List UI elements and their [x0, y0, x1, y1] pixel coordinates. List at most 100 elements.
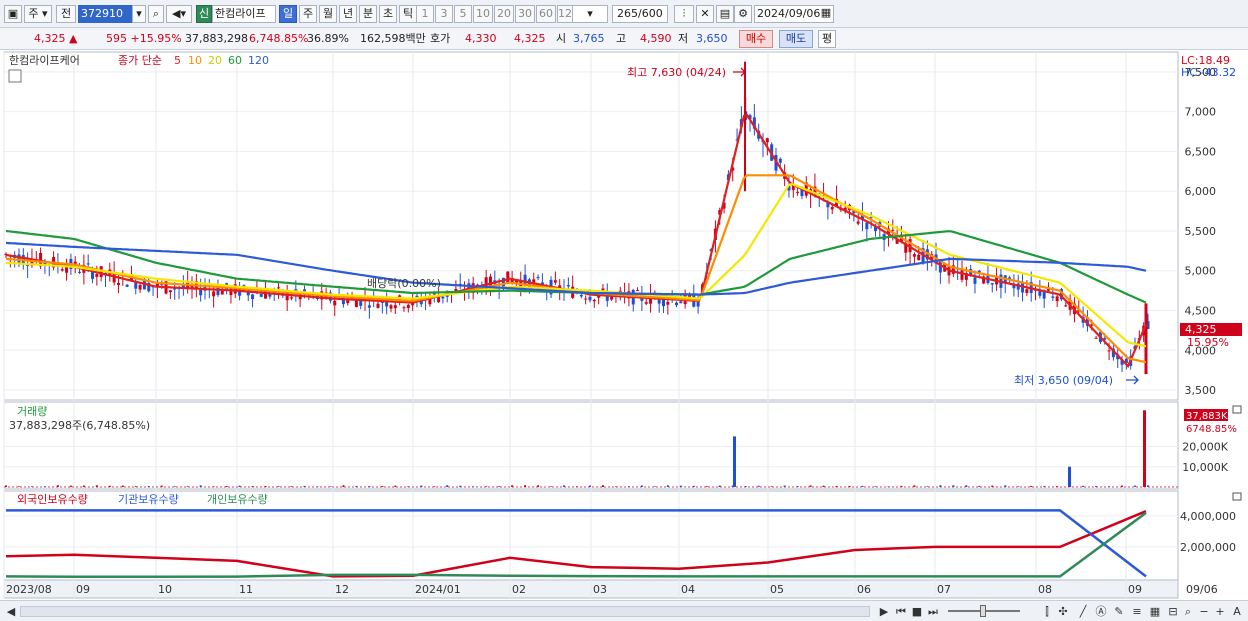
- candle-body: [367, 305, 371, 308]
- layout-icon[interactable]: ▣: [4, 5, 22, 23]
- save-icon[interactable]: ▤: [716, 5, 734, 23]
- interval-button[interactable]: 3: [435, 5, 453, 23]
- indicator-icon[interactable]: ⫶: [674, 5, 694, 23]
- sell-button[interactable]: 매도: [779, 30, 813, 48]
- high-note: 최고 7,630 (04/24): [627, 66, 726, 79]
- crosshair-icon[interactable]: ✣: [1056, 604, 1070, 619]
- volume-bar: [355, 485, 358, 487]
- font-size-icon[interactable]: A: [1230, 604, 1244, 619]
- volume-bar: [1030, 485, 1033, 487]
- volume-bar: [342, 485, 345, 487]
- period-button[interactable]: 틱: [399, 5, 417, 23]
- candle-body: [856, 221, 860, 224]
- gear-icon[interactable]: ⚙: [734, 5, 752, 23]
- volume-bar: [640, 485, 643, 487]
- volume-panel-subtitle: 37,883,298주(6,748.85%): [9, 419, 150, 432]
- price-tag-pct: 15.95%: [1187, 336, 1229, 349]
- interval-button[interactable]: 5: [454, 5, 472, 23]
- volume-bar: [1056, 486, 1059, 487]
- chart-settings-icon[interactable]: ⊟: [1166, 604, 1180, 619]
- line-tool-icon[interactable]: ╱: [1076, 604, 1090, 619]
- interval-select[interactable]: ▾: [572, 5, 608, 23]
- volume-bar: [705, 486, 708, 487]
- high-label: 고: [616, 32, 627, 45]
- candle-body: [95, 273, 99, 277]
- draw-tool-icon[interactable]: ✎: [1112, 604, 1126, 619]
- candle-body: [406, 304, 410, 308]
- zoom-in-icon[interactable]: +: [1214, 604, 1226, 619]
- period-button[interactable]: 주: [299, 5, 317, 23]
- prev-button[interactable]: 전: [56, 5, 76, 23]
- volume-bar: [290, 486, 293, 487]
- volume-bar: [809, 485, 812, 487]
- zoom-icon[interactable]: ⌕: [1182, 604, 1194, 619]
- zoom-out-icon[interactable]: −: [1198, 604, 1210, 619]
- volume-bar: [1121, 485, 1124, 487]
- volume-panel-title: 거래량: [17, 405, 47, 418]
- search-icon[interactable]: ⌕: [148, 5, 164, 23]
- grid-toggle-icon[interactable]: ▦: [1148, 604, 1162, 619]
- average-button[interactable]: 평: [818, 30, 836, 48]
- candle-body: [277, 287, 281, 289]
- volume-bar: [524, 485, 527, 487]
- scroll-left-icon[interactable]: ◀: [4, 604, 18, 619]
- volume-bar: [212, 486, 215, 487]
- x-axis-end-label: 09/06: [1186, 583, 1218, 596]
- ma-period-120: 120: [248, 54, 269, 67]
- stop-icon[interactable]: ■: [910, 604, 924, 619]
- volume-bar: [550, 486, 553, 487]
- zoom-slider-handle[interactable]: [980, 605, 986, 617]
- volume-bar: [160, 485, 163, 487]
- volume-bar: [1134, 485, 1137, 487]
- volume-bar: [848, 485, 851, 487]
- scroll-track[interactable]: [20, 606, 870, 617]
- scroll-right-icon[interactable]: ▶: [878, 604, 890, 619]
- market-select[interactable]: 주 ▾: [24, 5, 52, 23]
- volume-bar: [1108, 486, 1111, 487]
- period-button[interactable]: 월: [319, 5, 337, 23]
- interval-button[interactable]: 60: [536, 5, 556, 23]
- period-button[interactable]: 년: [339, 5, 357, 23]
- turnover: 36.89%: [307, 32, 349, 45]
- code-dropdown-icon[interactable]: ▾: [132, 5, 146, 23]
- volume-bar: [30, 486, 33, 487]
- x-axis-label: 03: [593, 583, 607, 596]
- interval-button[interactable]: 30: [515, 5, 535, 23]
- candle-body: [341, 299, 345, 305]
- table-icon[interactable]: [8, 69, 22, 83]
- x-axis-label: 2023/08: [6, 583, 52, 596]
- interval-button[interactable]: 10: [473, 5, 493, 23]
- volume-bar: [822, 485, 825, 487]
- chart-area[interactable]: 7,500 7,000 6,500 6,000 5,500 5,000 4,500 4,000…: [0, 50, 1248, 600]
- dividend-note: 배당락(0.00%): [367, 277, 441, 290]
- candle-type-icon[interactable]: ⫿: [1040, 604, 1054, 619]
- tools-icon[interactable]: ✕: [696, 5, 714, 23]
- bar-count-field[interactable]: 265/600: [612, 5, 668, 23]
- chart-canvas[interactable]: 7,5007,0006,5006,0005,5005,0004,5004,000…: [0, 50, 1248, 600]
- play-icon[interactable]: ⏭: [926, 604, 940, 619]
- holding-y-tick: 2,000,000: [1180, 541, 1236, 554]
- volume-panel-maximize-icon[interactable]: [1232, 405, 1242, 414]
- interval-button[interactable]: 1: [416, 5, 434, 23]
- fibonacci-icon[interactable]: ≡: [1130, 604, 1144, 619]
- period-button[interactable]: 초: [379, 5, 397, 23]
- candle-body: [592, 299, 596, 302]
- period-button[interactable]: 분: [359, 5, 377, 23]
- candle-body: [912, 254, 916, 257]
- candle-body: [765, 138, 769, 143]
- candle-body: [86, 263, 90, 265]
- speaker-icon[interactable]: ◀▾: [166, 5, 192, 23]
- interval-button[interactable]: 20: [494, 5, 514, 23]
- volume-bar: [1004, 485, 1007, 487]
- holding-panel-maximize-icon[interactable]: [1232, 492, 1242, 501]
- volume-bar: [251, 486, 254, 487]
- buy-button[interactable]: 매수: [739, 30, 773, 48]
- volume-bar: [225, 486, 228, 487]
- candle-body: [60, 269, 64, 271]
- period-button[interactable]: 일: [279, 5, 297, 23]
- candle-body: [376, 303, 380, 308]
- calendar-icon[interactable]: ▦: [818, 5, 834, 23]
- rewind-icon[interactable]: ⏮: [894, 604, 908, 619]
- candle-body: [601, 288, 605, 291]
- text-tool-icon[interactable]: Ⓐ: [1094, 604, 1108, 619]
